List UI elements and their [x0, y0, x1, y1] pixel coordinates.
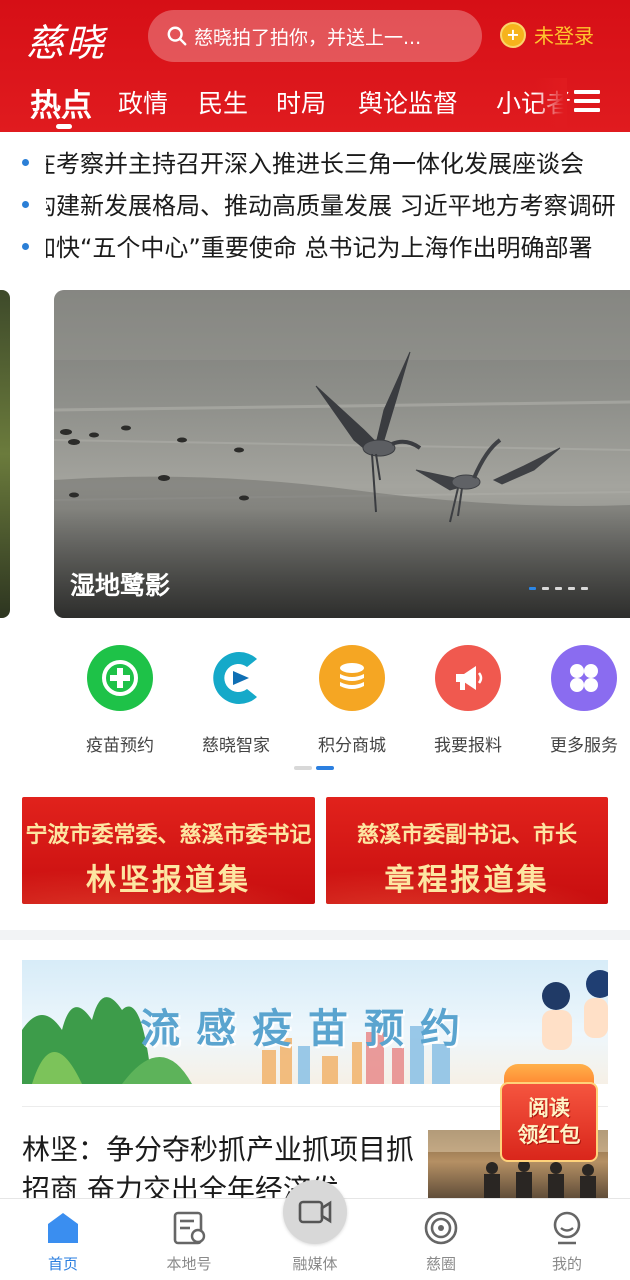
service-page-indicator	[294, 766, 338, 770]
service-label: 我要报料	[434, 736, 502, 756]
bullet-dot	[22, 201, 29, 208]
search-placeholder: 慈晓拍了拍你，并送上一...	[194, 26, 422, 49]
headline-text: 构建新发展格局、推动高质量发展 习近平地方考察调研	[46, 191, 616, 220]
megaphone-icon	[435, 645, 501, 711]
vaccine-banner-title: 流感疫苗预约	[140, 1005, 476, 1052]
carousel-dot	[568, 587, 575, 590]
bullet-dot	[22, 159, 29, 166]
tab-livelihood[interactable]: 民生	[198, 84, 248, 120]
headline-list: 在考察并主持召开深入推进长三角一体化发展座谈会 构建新发展格局、推动高质量发展 …	[0, 140, 630, 266]
service-vaccine[interactable]: 疫苗预约	[70, 645, 170, 756]
service-points-mall[interactable]: 积分商城	[302, 645, 402, 756]
service-label: 疫苗预约	[86, 736, 154, 756]
video-camera-icon	[298, 1200, 332, 1224]
promo-line2: 章程报道集	[384, 863, 550, 898]
service-label: 慈晓智家	[202, 736, 270, 756]
nav-circle[interactable]: 慈圈	[378, 1199, 504, 1280]
four-grid-icon	[551, 645, 617, 711]
service-report[interactable]: 我要报料	[418, 645, 518, 756]
nav-mine[interactable]: 我的	[504, 1199, 630, 1280]
carousel-caption: 湿地鹭影	[70, 571, 171, 600]
promo-banner-mayor[interactable]: 慈溪市委副书记、市长 章程报道集	[326, 797, 608, 904]
service-grid: 疫苗预约 慈晓智家 积分商城 我要报料 更多服务	[0, 645, 630, 756]
search-bar[interactable]: 慈晓拍了拍你，并送上一...	[148, 10, 482, 62]
circle-target-icon	[424, 1211, 458, 1245]
app-root: 慈晓 慈晓拍了拍你，并送上一... + 未登录 热点 政情 民生 时局 舆论监督…	[0, 0, 630, 1280]
nav-label: 融媒体	[292, 1255, 338, 1273]
nav-label: 本地号	[166, 1255, 212, 1273]
coin-icon: +	[500, 21, 526, 48]
service-label: 更多服务	[550, 736, 618, 756]
channel-tabs: 热点 政情 民生 时局 舆论监督 小记者	[0, 78, 630, 132]
nav-label: 慈圈	[425, 1255, 456, 1273]
login-label: 未登录	[534, 24, 594, 48]
red-packet-line2: 领红包	[517, 1122, 581, 1147]
search-icon	[167, 26, 187, 46]
tabs-fade	[535, 78, 567, 132]
tab-hot[interactable]: 热点	[30, 80, 92, 125]
carousel-dot	[542, 587, 549, 590]
headline-text: 在考察并主持召开深入推进长三角一体化发展座谈会	[46, 149, 584, 178]
menu-icon[interactable]	[574, 90, 600, 114]
service-smart-home[interactable]: 慈晓智家	[186, 645, 286, 756]
red-packet-text: 阅读 领红包	[502, 1094, 596, 1148]
local-account-icon	[173, 1211, 206, 1245]
headline-text: 加快“五个中心”重要使命 总书记为上海作出明确部署	[46, 233, 593, 262]
plus-circle-icon	[87, 645, 153, 711]
headline-item[interactable]: 加快“五个中心”重要使命 总书记为上海作出明确部署	[0, 224, 630, 266]
red-packet-line1: 阅读	[528, 1095, 570, 1120]
promo-banner-secretary[interactable]: 宁波市委常委、慈溪市委书记 林坚报道集	[22, 797, 315, 904]
tab-politics[interactable]: 政情	[118, 84, 168, 120]
promo-line2: 林坚报道集	[86, 863, 251, 898]
service-label: 积分商城	[318, 736, 386, 756]
cixiao-home-logo-icon	[203, 645, 269, 711]
nav-home[interactable]: 首页	[0, 1199, 126, 1280]
read-red-packet-button[interactable]: 阅读 领红包	[498, 1060, 600, 1164]
nav-label: 我的	[551, 1255, 582, 1273]
app-logo[interactable]: 慈晓	[26, 12, 106, 67]
tab-public-opinion[interactable]: 舆论监督	[358, 84, 458, 120]
media-center-button[interactable]	[283, 1180, 347, 1244]
carousel-dot	[555, 587, 562, 590]
login-button[interactable]: + 未登录	[500, 20, 594, 49]
service-more[interactable]: 更多服务	[534, 645, 630, 756]
promo-line1: 宁波市委常委、慈溪市委书记	[25, 822, 312, 848]
carousel-dots	[529, 587, 588, 590]
active-tab-indicator	[56, 124, 72, 129]
bullet-dot	[22, 243, 29, 250]
section-divider	[0, 930, 630, 940]
home-icon	[48, 1213, 78, 1243]
carousel-slide[interactable]: 湿地鹭影	[54, 290, 630, 618]
top-header: 慈晓 慈晓拍了拍你，并送上一... + 未登录 热点 政情 民生 时局 舆论监督…	[0, 0, 630, 132]
carousel-dot	[581, 587, 588, 590]
carousel-dot	[529, 587, 536, 590]
nav-label: 首页	[47, 1255, 78, 1273]
coin-stack-icon	[319, 645, 385, 711]
nav-local-account[interactable]: 本地号	[126, 1199, 252, 1280]
headline-item[interactable]: 在考察并主持召开深入推进长三角一体化发展座谈会	[0, 140, 630, 182]
user-profile-icon	[553, 1211, 581, 1245]
carousel-previous-slide[interactable]	[0, 290, 10, 618]
promo-line1: 慈溪市委副书记、市长	[356, 822, 577, 848]
tab-current-affairs[interactable]: 时局	[276, 84, 326, 120]
headline-item[interactable]: 构建新发展格局、推动高质量发展 习近平地方考察调研	[0, 182, 630, 224]
